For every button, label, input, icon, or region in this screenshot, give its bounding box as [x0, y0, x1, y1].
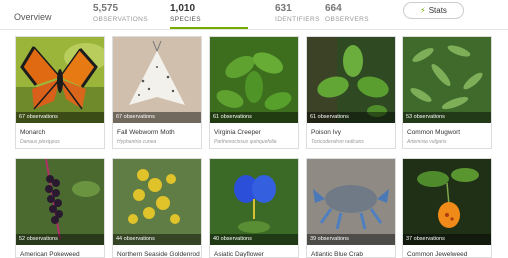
observation-count: 40 observations: [210, 234, 298, 245]
species-photo: [113, 159, 201, 245]
tab-species[interactable]: 1,010 SPECIES: [170, 3, 201, 24]
species-photo: [307, 37, 395, 123]
observation-count: 44 observations: [113, 234, 201, 245]
observations-count: 5,575: [93, 3, 119, 14]
species-scientific-name: Parthenocissus quinquefolia: [214, 139, 277, 145]
species-common-name: Virginia Creeper: [214, 129, 261, 136]
species-common-name: Poison Ivy: [311, 129, 341, 136]
species-common-name: Common Mugwort: [407, 129, 461, 136]
species-photo: [307, 159, 395, 245]
species-card-northern-seaside-goldenrod[interactable]: 44 observations Northern Seaside Goldenr…: [112, 158, 202, 258]
species-photo: [210, 37, 298, 123]
species-card-common-mugwort[interactable]: 53 observations Common Mugwort Artemisia…: [402, 36, 492, 149]
observation-count: 37 observations: [403, 234, 491, 245]
species-photo: [403, 37, 491, 123]
species-scientific-name: Artemisia vulgaris: [407, 139, 447, 145]
tab-identifiers[interactable]: 631 IDENTIFIERS: [275, 3, 320, 24]
species-label: SPECIES: [170, 16, 201, 23]
species-photo: [113, 37, 201, 123]
species-common-name: Atlantic Blue Crab: [311, 251, 364, 258]
species-card-american-pokeweed[interactable]: 52 observations American Pokeweed: [15, 158, 105, 258]
species-common-name: Northern Seaside Goldenrod: [117, 251, 200, 258]
observation-count: 67 observations: [16, 112, 104, 123]
observation-count: 52 observations: [16, 234, 104, 245]
tab-divider: [0, 29, 508, 30]
observation-count: 67 observations: [113, 112, 201, 123]
species-count: 1,010: [170, 3, 196, 14]
species-card-common-jewelweed[interactable]: 37 observations Common Jewelweed: [402, 158, 492, 258]
species-scientific-name: Hyphantria cunea: [117, 139, 157, 145]
tab-overview[interactable]: Overview: [14, 12, 52, 22]
species-card-asiatic-dayflower[interactable]: 40 observations Asiatic Dayflower: [209, 158, 299, 258]
species-common-name: Fall Webworm Moth: [117, 129, 175, 136]
species-card-fall-webworm-moth[interactable]: 67 observations Fall Webworm Moth Hyphan…: [112, 36, 202, 149]
species-card-virginia-creeper[interactable]: 61 observations Virginia Creeper Parthen…: [209, 36, 299, 149]
observers-count: 664: [325, 3, 342, 14]
species-common-name: Monarch: [20, 129, 46, 136]
identifiers-label: IDENTIFIERS: [275, 16, 320, 23]
species-card-poison-ivy[interactable]: 61 observations Poison Ivy Toxicodendron…: [306, 36, 396, 149]
species-card-atlantic-blue-crab[interactable]: 39 observations Atlantic Blue Crab: [306, 158, 396, 258]
observers-label: OBSERVERS: [325, 16, 369, 23]
tab-observations[interactable]: 5,575 OBSERVATIONS: [93, 3, 148, 24]
species-card-monarch[interactable]: 67 observations Monarch Danaus plexippus: [15, 36, 105, 149]
stats-button[interactable]: ⚡ Stats: [403, 2, 464, 19]
species-photo: [210, 159, 298, 245]
observation-count: 61 observations: [307, 112, 395, 123]
tab-observers[interactable]: 664 OBSERVERS: [325, 3, 369, 24]
observation-count: 61 observations: [210, 112, 298, 123]
species-scientific-name: Danaus plexippus: [20, 139, 60, 145]
stats-button-label: Stats: [428, 6, 447, 15]
species-common-name: Common Jewelweed: [407, 251, 468, 258]
observation-count: 39 observations: [307, 234, 395, 245]
species-common-name: American Pokeweed: [20, 251, 80, 258]
species-photo: [403, 159, 491, 245]
species-photo: [16, 37, 104, 123]
lightning-bolt-icon: ⚡: [420, 6, 426, 15]
identifiers-count: 631: [275, 3, 292, 14]
observations-label: OBSERVATIONS: [93, 16, 149, 23]
species-photo: [16, 159, 104, 245]
observation-count: 53 observations: [403, 112, 491, 123]
species-scientific-name: Toxicodendron radicans: [311, 139, 364, 145]
species-common-name: Asiatic Dayflower: [214, 251, 264, 258]
